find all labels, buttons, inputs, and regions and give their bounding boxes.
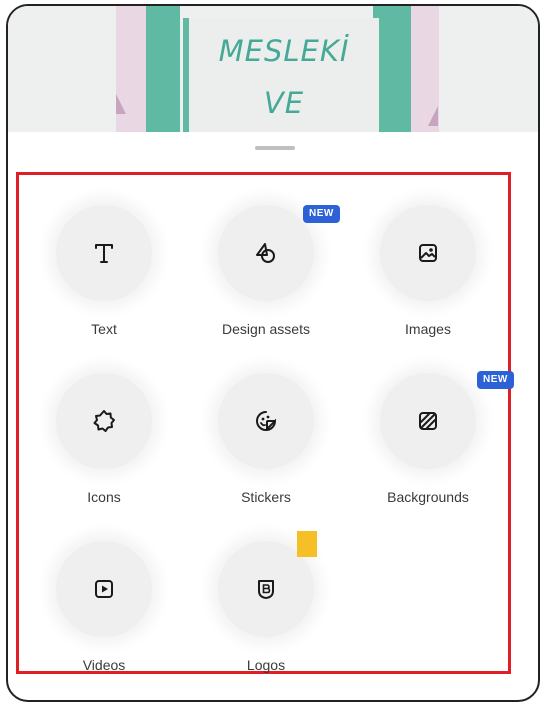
new-badge: NEW (477, 371, 514, 389)
tool-circle (56, 373, 152, 469)
tool-label: Images (405, 321, 451, 337)
preview-decoration (146, 6, 180, 132)
tool-label: Stickers (241, 489, 291, 505)
tool-circle (218, 373, 314, 469)
preview-title-line-1: MESLEKİ (218, 34, 350, 68)
tool-label: Backgrounds (387, 489, 469, 505)
icons-icon (93, 410, 115, 432)
tool-circle (218, 205, 314, 301)
tools-highlight-box: Text NEW Design assets Images Icons Stic… (16, 172, 514, 674)
design-assets-icon (256, 243, 275, 263)
tool-label: Design assets (222, 321, 310, 337)
new-badge: NEW (303, 205, 340, 223)
tool-label: Icons (87, 489, 121, 505)
premium-crown-icon (297, 531, 317, 557)
tool-label: Text (91, 321, 117, 337)
text-icon (95, 244, 113, 263)
video-icon (95, 580, 113, 598)
tool-circle (380, 205, 476, 301)
tool-label: Videos (82, 657, 126, 673)
sticker-icon (256, 411, 277, 431)
sheet-drag-handle[interactable] (255, 146, 295, 150)
preview-decoration (428, 106, 438, 126)
tool-circle (56, 541, 152, 637)
background-icon (419, 412, 437, 430)
preview-card: MESLEKİ VE (183, 18, 385, 132)
tool-circle (380, 373, 476, 469)
tool-label: Logos (246, 657, 286, 673)
design-preview[interactable]: MESLEKİ VE (8, 6, 538, 132)
preview-decoration (116, 94, 126, 114)
logo-icon (258, 580, 274, 599)
preview-title-line-2: VE (263, 86, 305, 120)
image-icon (419, 244, 437, 262)
tool-circle (56, 205, 152, 301)
